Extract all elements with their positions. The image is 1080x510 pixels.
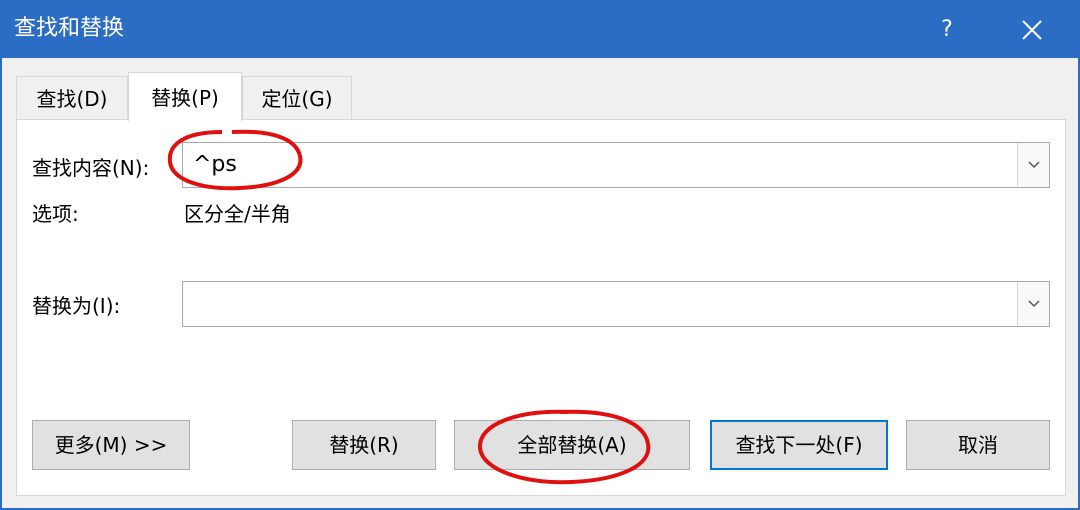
tab-find[interactable]: 查找(D) xyxy=(16,76,128,120)
dialog-title: 查找和替换 xyxy=(14,16,125,41)
tab-replace[interactable]: 替换(P) xyxy=(128,72,242,121)
replace-history-dropdown[interactable] xyxy=(1017,282,1049,326)
find-what-value: ^ps xyxy=(193,152,237,177)
replace-button[interactable]: 替换(R) xyxy=(292,420,436,470)
title-bar: 查找和替换 ? xyxy=(2,2,1078,58)
options-value: 区分全/半角 xyxy=(184,202,291,226)
tab-goto[interactable]: 定位(G) xyxy=(242,76,352,120)
find-what-label: 查找内容(N): xyxy=(32,156,150,180)
close-icon xyxy=(1022,20,1042,40)
chevron-down-icon xyxy=(1028,300,1040,308)
replace-all-button[interactable]: 全部替换(A) xyxy=(454,420,690,470)
close-button[interactable] xyxy=(1010,10,1054,50)
find-next-button[interactable]: 查找下一处(F) xyxy=(710,420,888,470)
find-replace-dialog: 查找和替换 ? 查找(D) 替换(P) 定位(G) 查找内容(N): ^ps 选… xyxy=(0,0,1080,510)
more-button[interactable]: 更多(M) >> xyxy=(32,420,190,470)
help-button[interactable]: ? xyxy=(928,10,966,50)
replace-with-label: 替换为(I): xyxy=(32,294,121,318)
replace-with-field[interactable] xyxy=(182,281,1050,327)
find-what-field[interactable]: ^ps xyxy=(182,142,1050,188)
options-label: 选项: xyxy=(32,202,79,226)
chevron-down-icon xyxy=(1028,161,1040,169)
cancel-button[interactable]: 取消 xyxy=(906,420,1050,470)
find-history-dropdown[interactable] xyxy=(1017,143,1049,187)
